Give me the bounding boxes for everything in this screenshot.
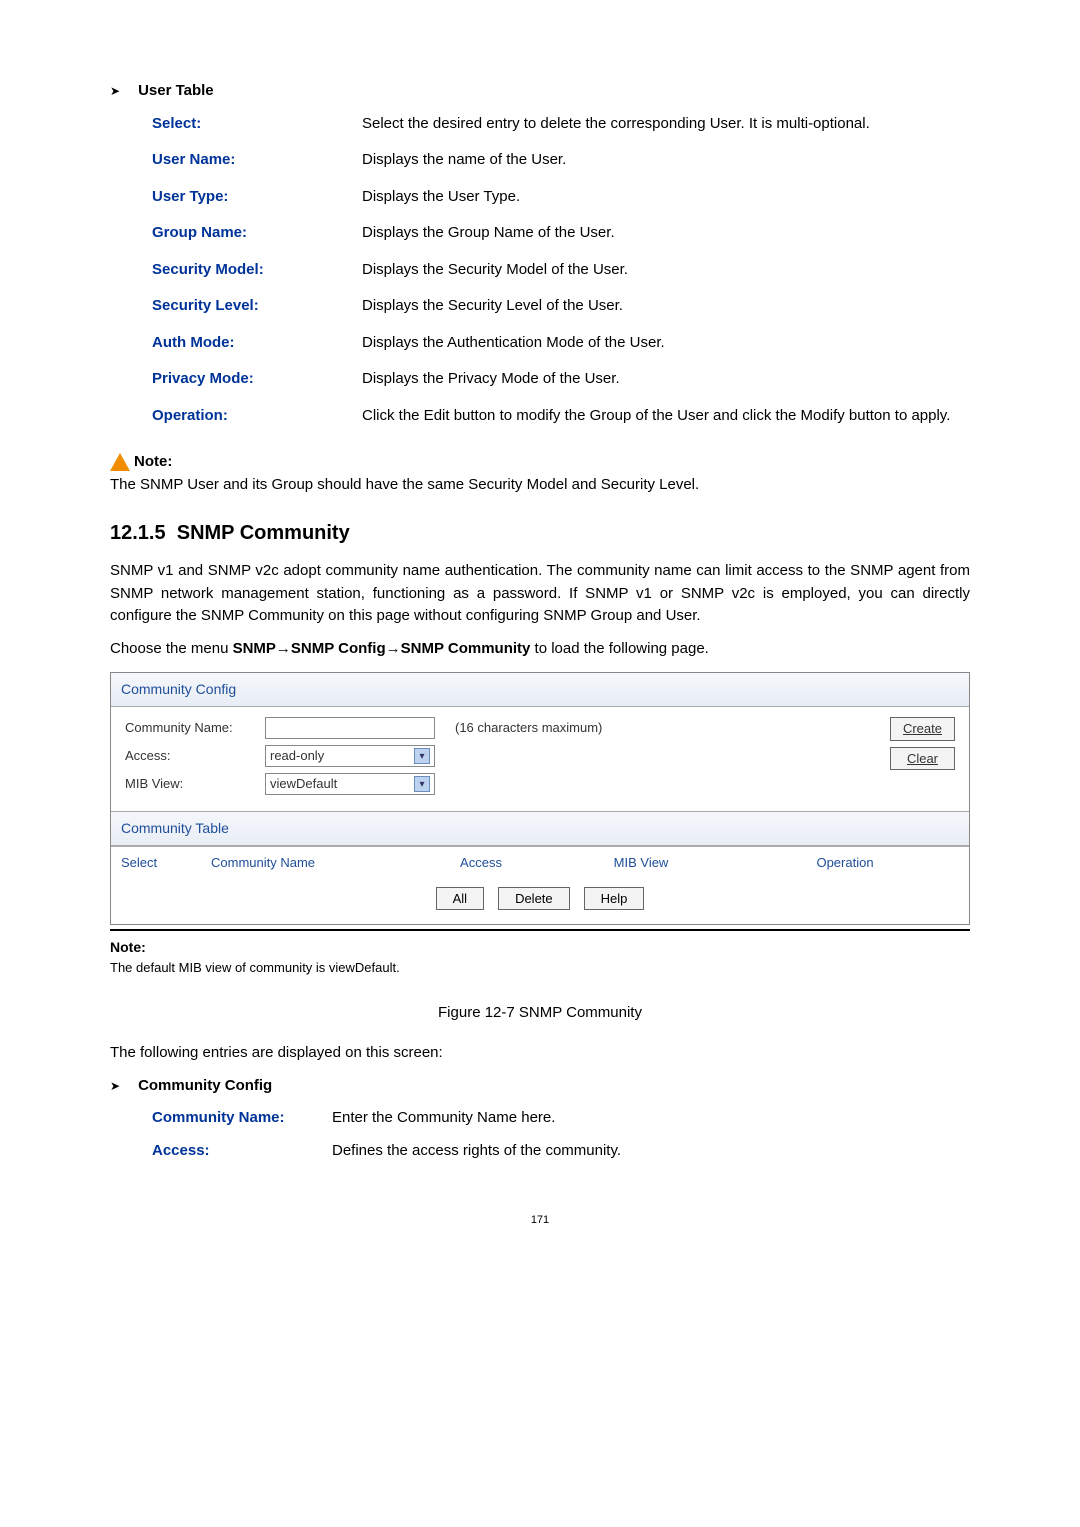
term-auth-mode: Auth Mode: xyxy=(152,332,342,355)
community-config-heading-label: Community Config xyxy=(138,1075,272,1098)
th-select: Select xyxy=(121,853,211,873)
create-button[interactable]: Create xyxy=(890,717,955,741)
desc-select: Select the desired entry to delete the c… xyxy=(362,113,970,136)
community-name-hint: (16 characters maximum) xyxy=(455,718,602,738)
desc-user-name: Displays the name of the User. xyxy=(362,149,970,172)
definition-row: Security Model: Displays the Security Mo… xyxy=(152,259,970,282)
th-operation: Operation xyxy=(731,853,959,873)
mib-view-label: MIB View: xyxy=(125,774,265,794)
panel-footnote: Note: The default MIB view of community … xyxy=(110,929,970,978)
footnote-text: The default MIB view of community is vie… xyxy=(110,958,970,978)
definition-row: Security Level: Displays the Security Le… xyxy=(152,295,970,318)
help-button[interactable]: Help xyxy=(584,887,645,911)
community-table-title: Community Table xyxy=(111,811,969,846)
after-figure-text: The following entries are displayed on t… xyxy=(110,1042,970,1065)
term-user-type: User Type: xyxy=(152,186,342,209)
definition-row: Operation: Click the Edit button to modi… xyxy=(152,405,970,428)
desc-privacy-mode: Displays the Privacy Mode of the User. xyxy=(362,368,970,391)
desc-group-name: Displays the Group Name of the User. xyxy=(362,222,970,245)
access-value: read-only xyxy=(270,746,324,766)
delete-button[interactable]: Delete xyxy=(498,887,570,911)
section-heading: 12.1.5 SNMP Community xyxy=(110,518,970,548)
definition-row: Privacy Mode: Displays the Privacy Mode … xyxy=(152,368,970,391)
note-text: The SNMP User and its Group should have … xyxy=(110,474,970,497)
desc-auth-mode: Displays the Authentication Mode of the … xyxy=(362,332,970,355)
community-name-input[interactable] xyxy=(265,717,435,739)
p2-suffix: to load the following page. xyxy=(530,640,708,657)
term-privacy-mode: Privacy Mode: xyxy=(152,368,342,391)
desc-community-name: Enter the Community Name here. xyxy=(332,1107,555,1130)
user-table-heading: ➤ User Table xyxy=(110,80,970,103)
table-button-row: All Delete Help xyxy=(111,879,969,925)
chevron-right-icon: ➤ xyxy=(110,1077,120,1095)
mib-view-row: MIB View: viewDefault ▾ xyxy=(125,773,890,795)
community-config-panel: Community Config Community Name: (16 cha… xyxy=(110,672,970,925)
term-select: Select: xyxy=(152,113,342,136)
mib-view-value: viewDefault xyxy=(270,774,337,794)
warning-icon xyxy=(110,453,130,471)
definition-row: User Name: Displays the name of the User… xyxy=(152,149,970,172)
community-config-title: Community Config xyxy=(111,673,969,707)
note-heading: Note: xyxy=(110,451,970,474)
page-number: 171 xyxy=(110,1212,970,1229)
term-security-model: Security Model: xyxy=(152,259,342,282)
chevron-down-icon[interactable]: ▾ xyxy=(414,748,430,764)
note-label: Note: xyxy=(134,451,172,474)
section-title: SNMP Community xyxy=(177,522,350,544)
term-operation: Operation: xyxy=(152,405,342,428)
community-config-heading: ➤ Community Config xyxy=(110,1075,970,1098)
th-community-name: Community Name xyxy=(211,853,411,873)
desc-security-model: Displays the Security Model of the User. xyxy=(362,259,970,282)
all-button[interactable]: All xyxy=(436,887,484,911)
term-security-level: Security Level: xyxy=(152,295,342,318)
term-community-name: Community Name: xyxy=(152,1107,312,1130)
desc-access: Defines the access rights of the communi… xyxy=(332,1140,621,1163)
p2-prefix: Choose the menu xyxy=(110,640,233,657)
access-label: Access: xyxy=(125,746,265,766)
access-row: Access: read-only ▾ xyxy=(125,745,890,767)
th-mib-view: MIB View xyxy=(551,853,731,873)
community-name-label: Community Name: xyxy=(125,718,265,738)
desc-security-level: Displays the Security Level of the User. xyxy=(362,295,970,318)
side-buttons: Create Clear xyxy=(890,717,955,770)
footnote-label: Note: xyxy=(110,937,970,958)
figure-caption: Figure 12-7 SNMP Community xyxy=(110,1002,970,1025)
chevron-down-icon[interactable]: ▾ xyxy=(414,776,430,792)
section-paragraph-2: Choose the menu SNMP→SNMP Config→SNMP Co… xyxy=(110,638,970,661)
term-user-name: User Name: xyxy=(152,149,342,172)
community-table-header: Select Community Name Access MIB View Op… xyxy=(111,846,969,879)
section-number: 12.1.5 xyxy=(110,522,166,544)
community-config-body: Community Name: (16 characters maximum) … xyxy=(111,707,969,811)
access-select[interactable]: read-only ▾ xyxy=(265,745,435,767)
section-paragraph-1: SNMP v1 and SNMP v2c adopt community nam… xyxy=(110,560,970,628)
desc-operation: Click the Edit button to modify the Grou… xyxy=(362,405,970,428)
th-access: Access xyxy=(411,853,551,873)
definition-row: Auth Mode: Displays the Authentication M… xyxy=(152,332,970,355)
chevron-right-icon: ➤ xyxy=(110,82,120,100)
clear-button[interactable]: Clear xyxy=(890,747,955,771)
mib-view-select[interactable]: viewDefault ▾ xyxy=(265,773,435,795)
definition-row: User Type: Displays the User Type. xyxy=(152,186,970,209)
definition-row: Select: Select the desired entry to dele… xyxy=(152,113,970,136)
desc-user-type: Displays the User Type. xyxy=(362,186,970,209)
definition-row: Community Name: Enter the Community Name… xyxy=(152,1107,970,1130)
definition-row: Access: Defines the access rights of the… xyxy=(152,1140,970,1163)
definition-row: Group Name: Displays the Group Name of t… xyxy=(152,222,970,245)
term-access: Access: xyxy=(152,1140,312,1163)
term-group-name: Group Name: xyxy=(152,222,342,245)
community-name-row: Community Name: (16 characters maximum) xyxy=(125,717,890,739)
p2-bold: SNMP→SNMP Config→SNMP Community xyxy=(233,640,531,657)
user-table-label: User Table xyxy=(138,80,214,103)
